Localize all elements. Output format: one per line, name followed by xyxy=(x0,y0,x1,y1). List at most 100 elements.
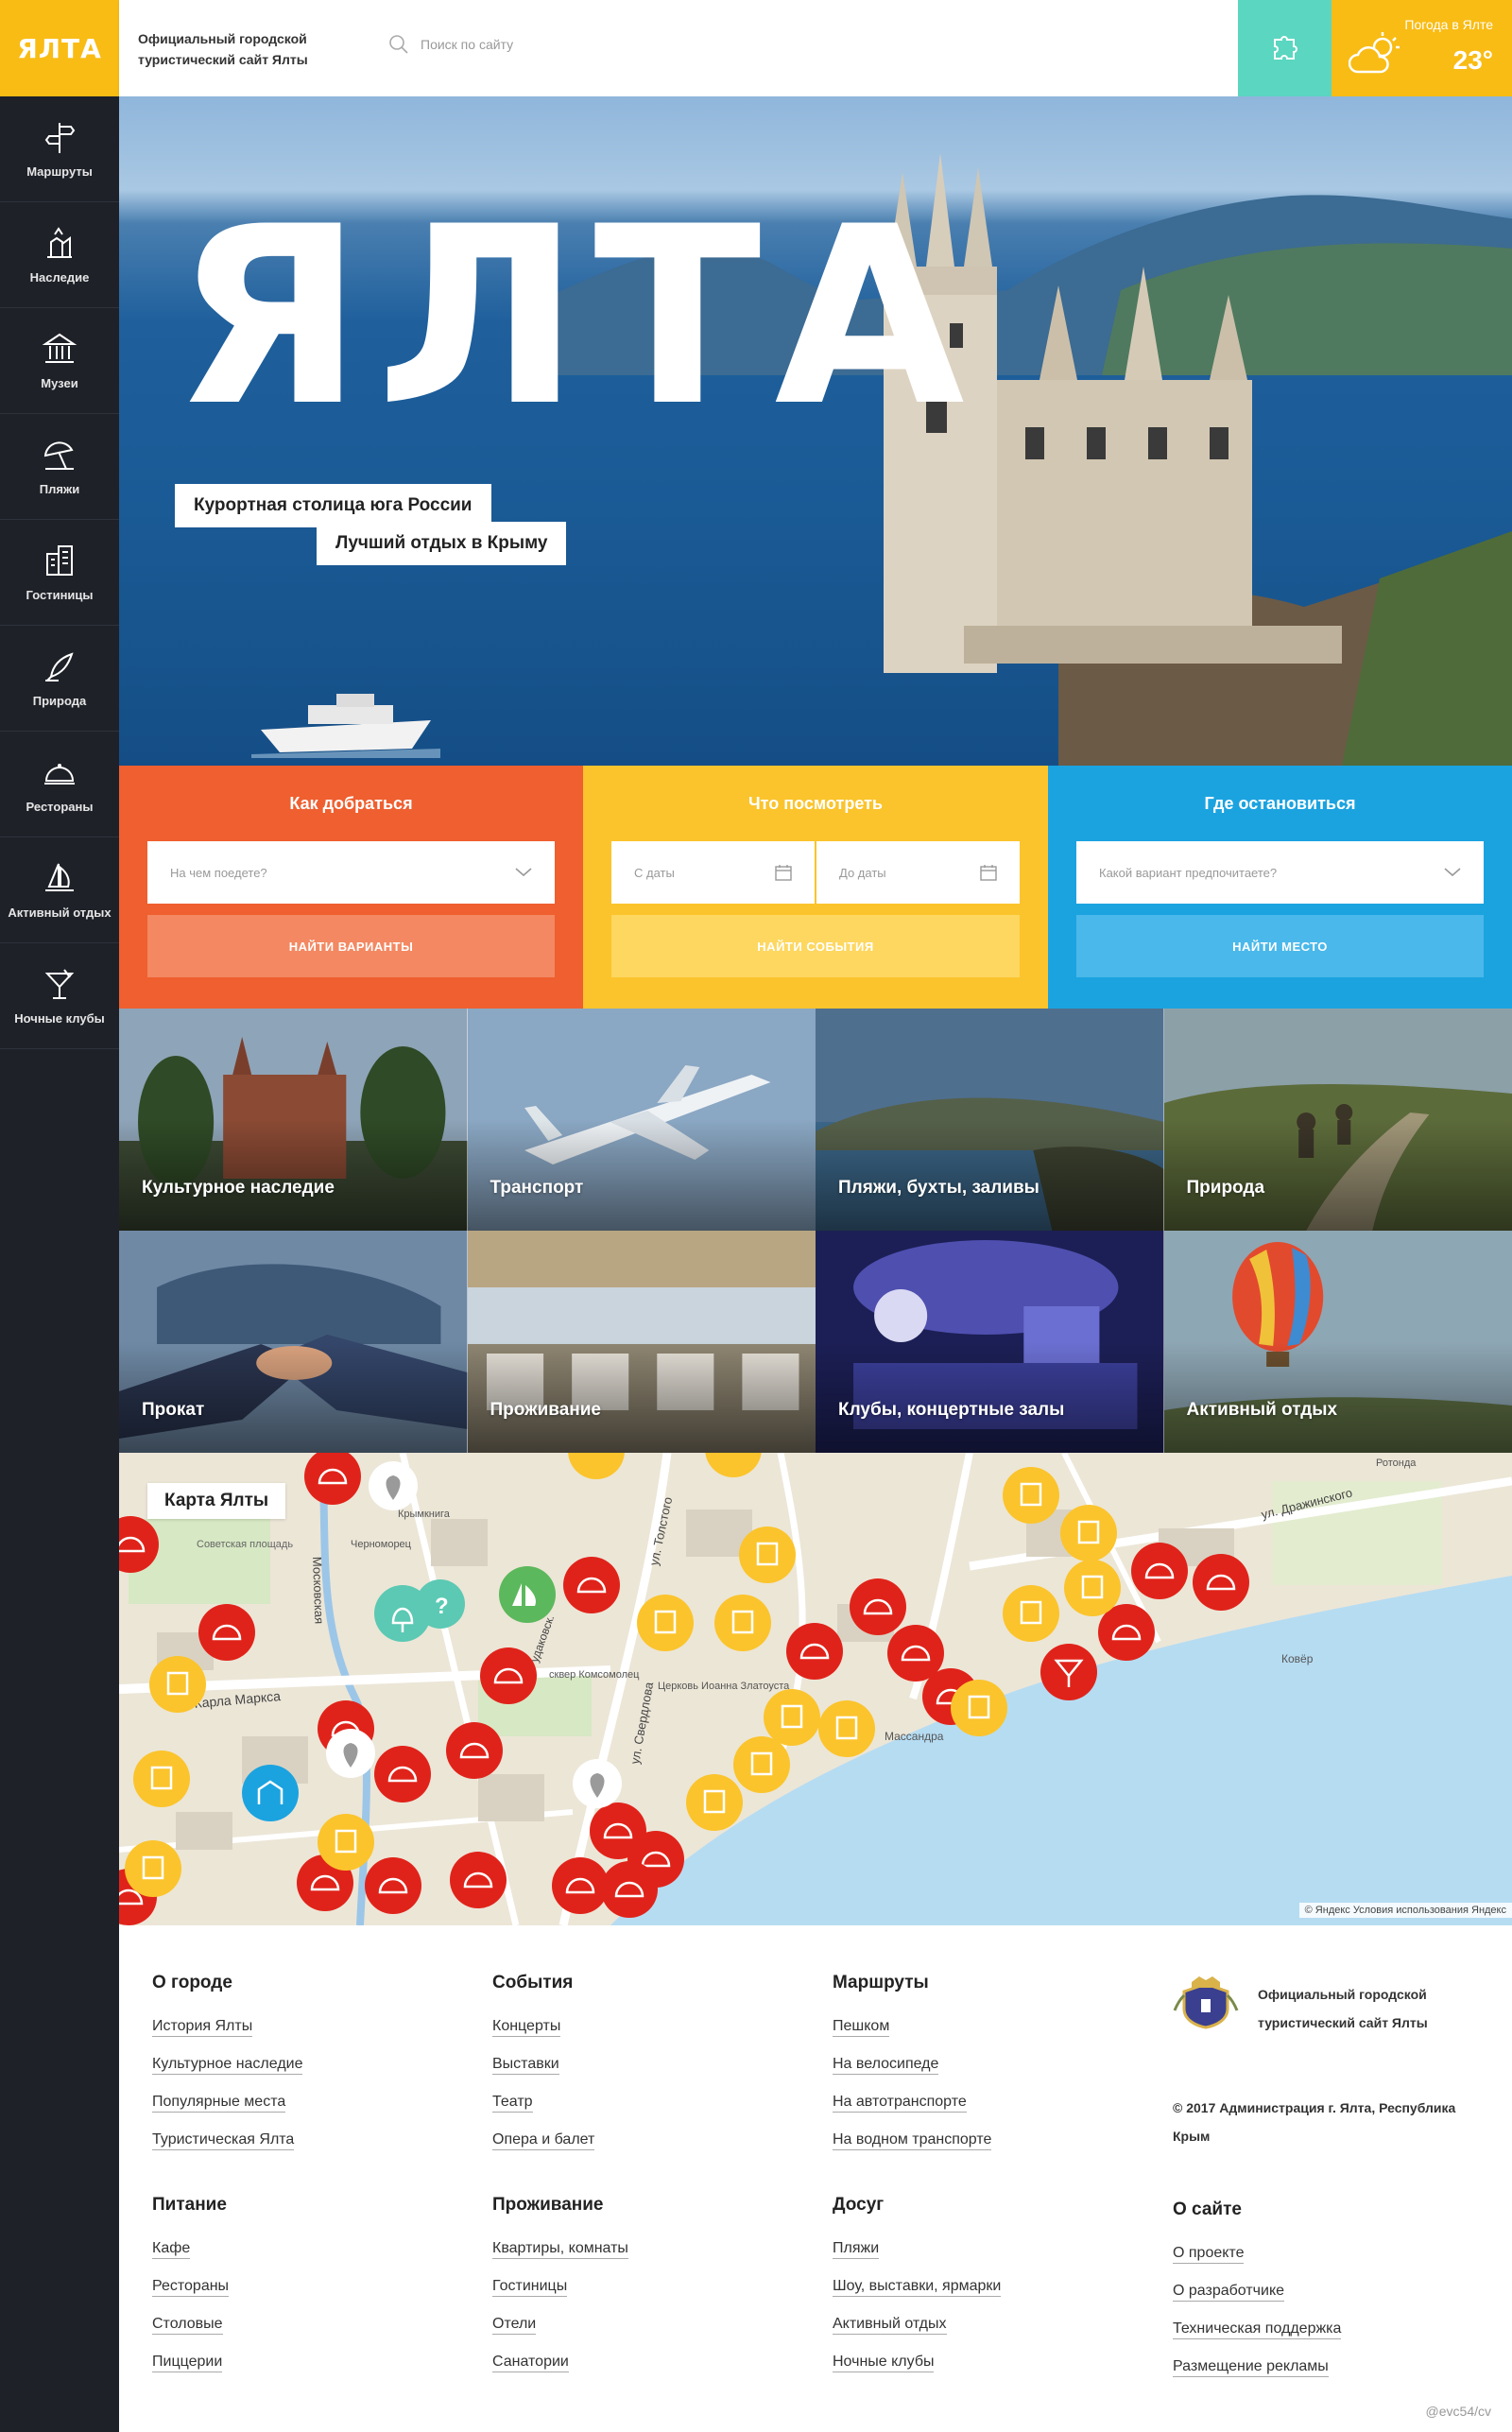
footer-link[interactable]: Туристическая Ялта xyxy=(152,2131,295,2150)
footer-link[interactable]: История Ялты xyxy=(152,2018,253,2037)
restaurant-marker[interactable] xyxy=(563,1557,620,1613)
sidebar-item-clubs[interactable]: Ночные клубы xyxy=(0,943,119,1049)
tile-rental[interactable]: Прокат xyxy=(119,1231,468,1453)
footer-link[interactable]: Пиццерии xyxy=(152,2354,223,2372)
footer-link[interactable]: Пешком xyxy=(833,2018,890,2037)
footer-link[interactable]: Пляжи xyxy=(833,2240,880,2259)
tile-active-rest[interactable]: Активный отдых xyxy=(1163,1231,1512,1453)
hotel-marker[interactable] xyxy=(149,1656,206,1713)
info-marker[interactable]: ? xyxy=(416,1579,465,1629)
date-to-field[interactable]: До даты xyxy=(816,841,1020,904)
restaurant-marker[interactable] xyxy=(1193,1554,1249,1611)
sidebar-item-active[interactable]: Активный отдых xyxy=(0,837,119,943)
restaurant-marker[interactable] xyxy=(1098,1604,1155,1661)
club-marker[interactable] xyxy=(1040,1644,1097,1700)
footer-link[interactable]: На велосипеде xyxy=(833,2056,939,2075)
footer-link[interactable]: Выставки xyxy=(492,2056,559,2075)
search-icon[interactable] xyxy=(388,34,409,55)
active-rest-marker[interactable] xyxy=(499,1566,556,1623)
date-from-field[interactable]: С даты xyxy=(611,841,815,904)
logo[interactable]: ЯЛТА xyxy=(0,0,119,96)
footer-link[interactable]: Культурное наследие xyxy=(152,2056,303,2075)
restaurant-marker[interactable] xyxy=(786,1623,843,1680)
footer-link[interactable]: Кафе xyxy=(152,2240,191,2259)
sidebar-item-hotels[interactable]: Гостиницы xyxy=(0,520,119,626)
footer-link[interactable]: Шоу, выставки, ярмарки xyxy=(833,2278,1002,2297)
restaurant-marker[interactable] xyxy=(374,1746,431,1802)
tile-nature[interactable]: Природа xyxy=(1163,1009,1512,1231)
restaurant-marker[interactable] xyxy=(552,1857,609,1914)
hotel-marker[interactable] xyxy=(705,1453,762,1477)
sidebar-item-restaurants[interactable]: Рестораны xyxy=(0,732,119,837)
footer-link[interactable]: На автотранспорте xyxy=(833,2094,967,2113)
footer-link[interactable]: Рестораны xyxy=(152,2278,230,2297)
tile-clubs[interactable]: Клубы, концертные залы xyxy=(816,1231,1164,1453)
hotel-marker[interactable] xyxy=(1003,1585,1059,1642)
hotel-marker[interactable] xyxy=(739,1526,796,1583)
restaurant-marker[interactable] xyxy=(1131,1543,1188,1599)
hotel-marker[interactable] xyxy=(318,1814,374,1871)
footer-link[interactable]: Гостиницы xyxy=(492,2278,568,2297)
footer-link[interactable]: О разработчике xyxy=(1173,2283,1285,2302)
tile-transport[interactable]: Транспорт xyxy=(467,1009,816,1231)
weather-widget[interactable]: Погода в Ялте 23° xyxy=(1332,0,1512,96)
hotel-marker[interactable] xyxy=(637,1595,694,1651)
hotel-marker[interactable] xyxy=(951,1680,1007,1736)
location-pin[interactable] xyxy=(573,1759,622,1808)
city-map[interactable]: ул. Толстого ул. Дражинского Московская … xyxy=(119,1453,1512,1925)
restaurant-marker[interactable] xyxy=(198,1604,255,1661)
restaurant-marker[interactable] xyxy=(365,1857,421,1914)
footer-link[interactable]: Размещение рекламы xyxy=(1173,2358,1329,2377)
transport-select[interactable]: На чем поедете? xyxy=(147,841,555,904)
puzzle-button[interactable] xyxy=(1238,0,1332,96)
hotel-marker[interactable] xyxy=(1060,1505,1117,1561)
location-pin[interactable] xyxy=(326,1729,375,1778)
footer-link[interactable]: Санатории xyxy=(492,2354,569,2372)
search-input[interactable] xyxy=(421,37,704,52)
footer-link[interactable]: Театр xyxy=(492,2094,533,2113)
find-events-button[interactable]: НАЙТИ СОБЫТИЯ xyxy=(611,915,1020,977)
restaurant-marker[interactable] xyxy=(850,1578,906,1635)
location-pin[interactable] xyxy=(369,1461,418,1510)
sidebar-item-heritage[interactable]: Наследие xyxy=(0,202,119,308)
hotel-marker[interactable] xyxy=(764,1689,820,1746)
restaurant-marker[interactable] xyxy=(450,1852,507,1908)
footer-link[interactable]: О проекте xyxy=(1173,2245,1245,2264)
footer-link[interactable]: Отели xyxy=(492,2316,537,2335)
footer-link[interactable]: Опера и балет xyxy=(492,2131,595,2150)
heritage-marker[interactable] xyxy=(242,1765,299,1821)
map-canvas[interactable]: ул. Толстого ул. Дражинского Московская … xyxy=(119,1453,1512,1925)
footer-link[interactable]: Ночные клубы xyxy=(833,2354,935,2372)
find-variants-button[interactable]: НАЙТИ ВАРИАНТЫ xyxy=(147,915,555,977)
footer-link[interactable]: Популярные места xyxy=(152,2094,286,2113)
restaurant-marker[interactable] xyxy=(304,1453,361,1505)
hotel-marker[interactable] xyxy=(714,1595,771,1651)
footer-link[interactable]: Техническая поддержка xyxy=(1173,2320,1342,2339)
hotel-marker[interactable] xyxy=(1064,1560,1121,1616)
footer-link[interactable]: Квартиры, комнаты xyxy=(492,2240,628,2259)
footer-link[interactable]: Столовые xyxy=(152,2316,223,2335)
hotel-marker[interactable] xyxy=(818,1700,875,1757)
tile-accommodation[interactable]: Проживание xyxy=(467,1231,816,1453)
hotel-marker[interactable] xyxy=(686,1774,743,1831)
hotel-marker[interactable] xyxy=(733,1736,790,1793)
footer-link[interactable]: На водном транспорте xyxy=(833,2131,992,2150)
footer-link[interactable]: Концерты xyxy=(492,2018,561,2037)
find-place-button[interactable]: НАЙТИ МЕСТО xyxy=(1076,915,1484,977)
footer-link[interactable]: Активный отдых xyxy=(833,2316,947,2335)
sidebar-item-routes[interactable]: Маршруты xyxy=(0,96,119,202)
hotel-marker[interactable] xyxy=(568,1453,625,1479)
sidebar-item-nature[interactable]: Природа xyxy=(0,626,119,732)
hotel-marker[interactable] xyxy=(125,1840,181,1897)
hotel-marker[interactable] xyxy=(1003,1467,1059,1524)
tile-cultural-heritage[interactable]: Культурное наследие xyxy=(119,1009,468,1231)
tile-beaches[interactable]: Пляжи, бухты, заливы xyxy=(816,1009,1164,1231)
stay-select[interactable]: Какой вариант предпочитаете? xyxy=(1076,841,1484,904)
restaurant-marker[interactable] xyxy=(480,1647,537,1704)
map-copyright[interactable]: © Яндекс Условия использования Яндекс xyxy=(1298,1903,1512,1918)
hotel-marker[interactable] xyxy=(133,1751,190,1807)
sidebar-item-museums[interactable]: Музеи xyxy=(0,308,119,414)
restaurant-marker[interactable] xyxy=(446,1722,503,1779)
sidebar-item-beaches[interactable]: Пляжи xyxy=(0,414,119,520)
restaurant-marker[interactable] xyxy=(601,1861,658,1918)
